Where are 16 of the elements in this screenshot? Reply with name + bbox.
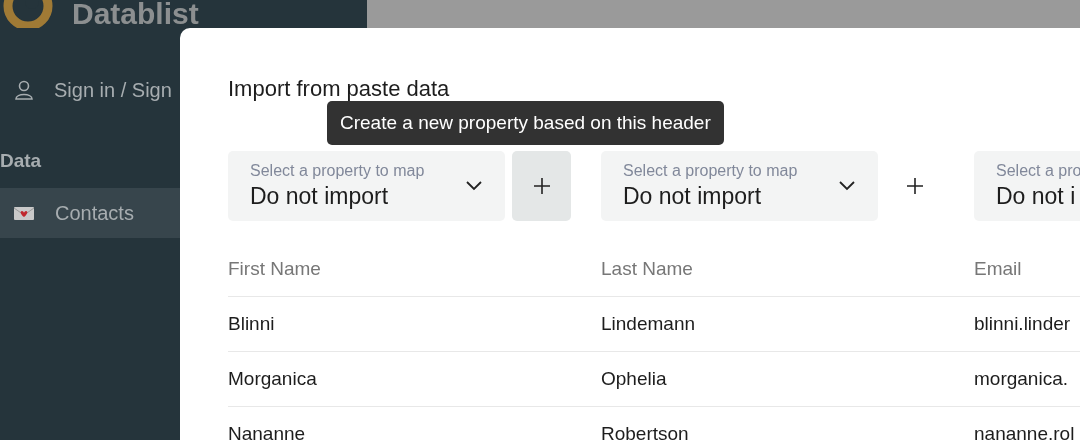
table-cell: Ophelia — [601, 352, 974, 407]
dialog-title: Import from paste data — [228, 75, 451, 103]
table-cell: Lindemann — [601, 297, 974, 352]
section-heading: Data — [0, 150, 42, 172]
column-header: First Name — [228, 241, 601, 297]
logo-text: Datablist — [72, 0, 199, 28]
table-cell: nananne.rol — [974, 407, 1080, 440]
table-cell: Robertson — [601, 407, 974, 440]
table-cell: Nananne — [228, 407, 601, 440]
column-header: Last Name — [601, 241, 974, 297]
table-cell: morganica. — [974, 352, 1080, 407]
table-cell: Morganica — [228, 352, 601, 407]
column-header: Email — [974, 241, 1080, 297]
tooltip: Create a new property based on this header — [327, 101, 724, 145]
table-cell: Blinni — [228, 297, 601, 352]
table-cell: blinni.linder — [974, 297, 1080, 352]
